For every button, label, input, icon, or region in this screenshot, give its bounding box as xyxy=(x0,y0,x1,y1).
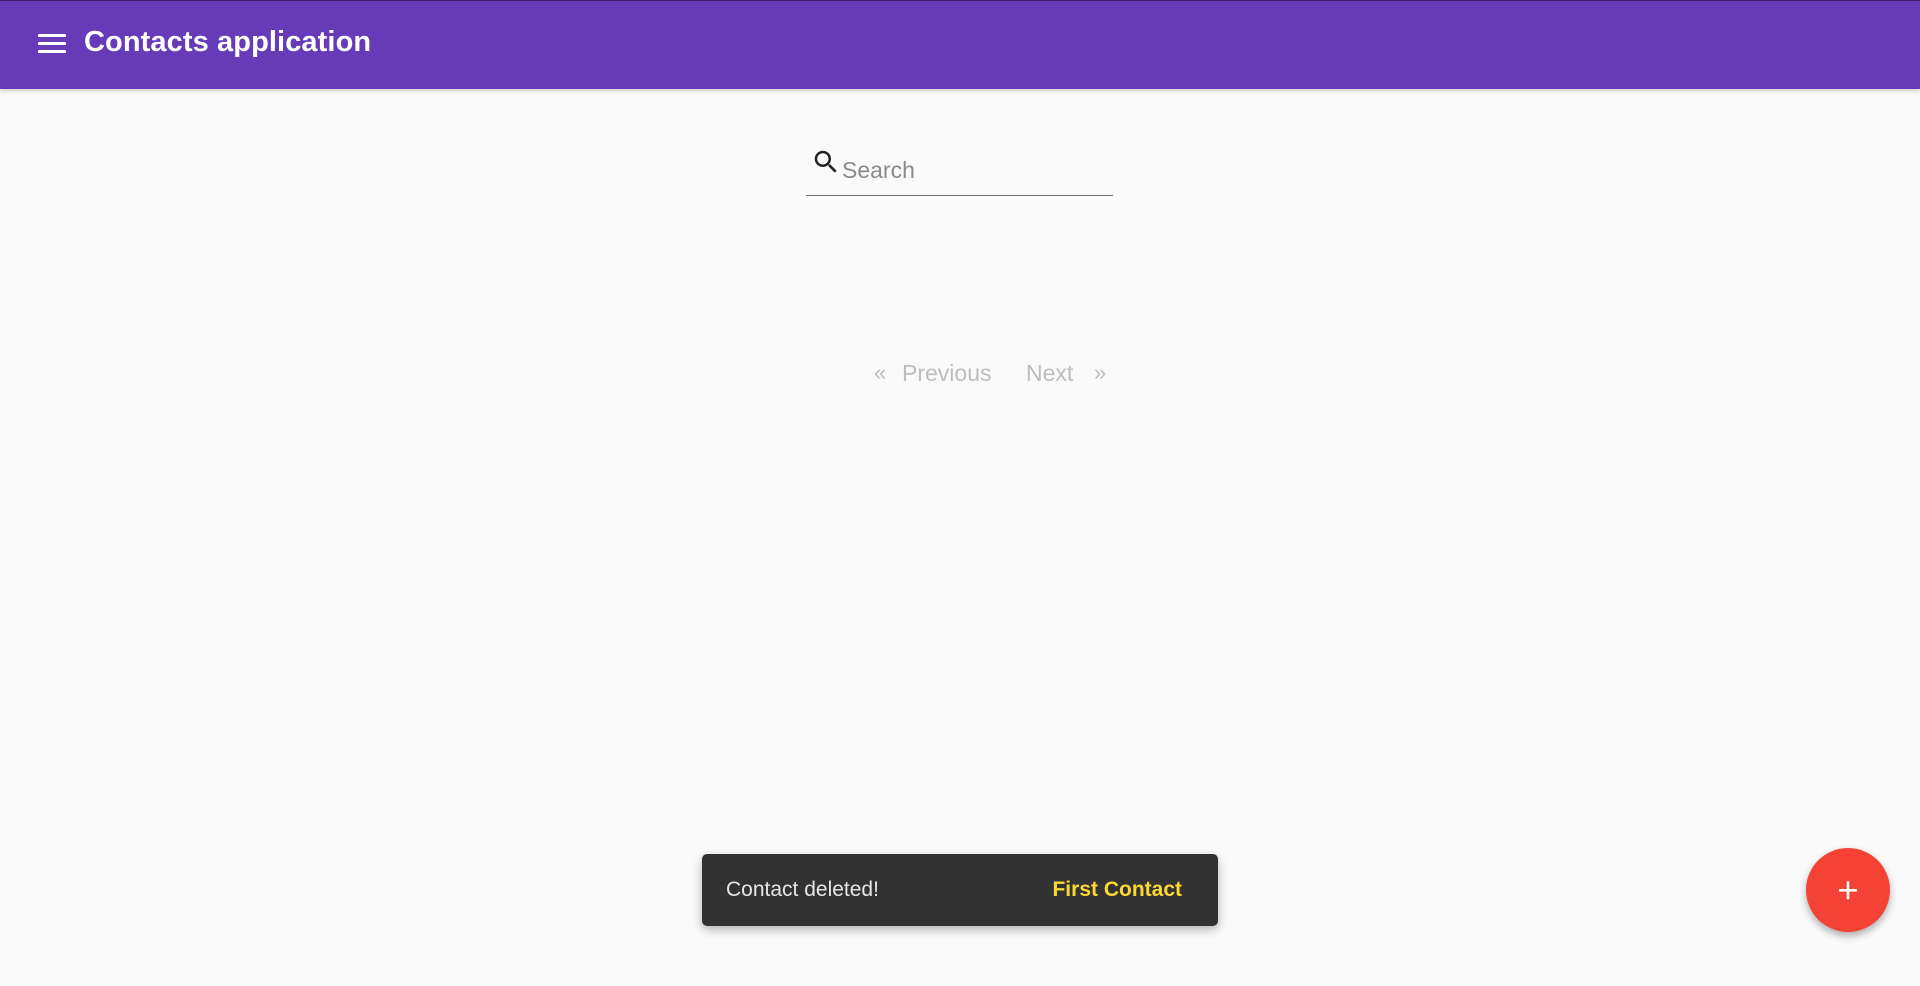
snackbar-action-button[interactable]: First Contact xyxy=(1052,854,1182,926)
app-title: Contacts application xyxy=(84,26,372,58)
search-field xyxy=(806,142,1113,196)
snackbar: Contact deleted! First Contact xyxy=(702,854,1218,926)
contacts-app: Contacts application « Previous Next » C… xyxy=(0,0,1920,986)
menu-icon-line xyxy=(38,49,66,53)
menu-icon-line xyxy=(38,41,66,45)
previous-button[interactable]: Previous xyxy=(902,356,991,390)
plus-icon xyxy=(1839,881,1857,900)
previous-arrow-icon[interactable]: « xyxy=(874,356,886,390)
next-button[interactable]: Next xyxy=(1026,356,1073,390)
pagination: « Previous Next » xyxy=(868,356,1108,390)
menu-icon[interactable] xyxy=(38,29,70,57)
search-icon xyxy=(814,150,837,173)
snackbar-message: Contact deleted! xyxy=(726,878,879,901)
menu-icon-line xyxy=(38,33,66,37)
search-input[interactable] xyxy=(842,152,1107,188)
add-contact-button[interactable] xyxy=(1806,848,1890,932)
next-arrow-icon[interactable]: » xyxy=(1094,356,1106,390)
app-bar: Contacts application xyxy=(0,0,1920,89)
